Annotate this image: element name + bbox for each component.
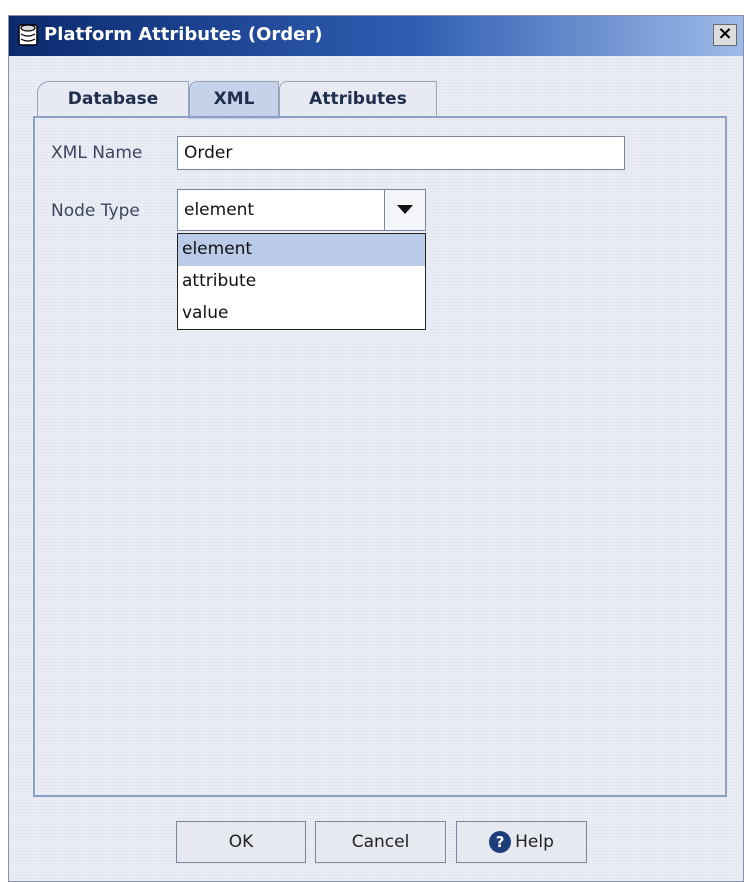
chevron-down-icon (397, 205, 413, 214)
dropdown-arrow-button[interactable] (384, 190, 425, 230)
option-attribute[interactable]: attribute (178, 266, 425, 298)
help-button-label: Help (515, 832, 554, 852)
platform-attributes-dialog: Platform Attributes (Order) × Database X… (8, 15, 744, 882)
window-title: Platform Attributes (Order) (44, 24, 323, 45)
database-icon (18, 24, 38, 46)
xml-name-input[interactable]: Order (177, 136, 625, 170)
node-type-selected-value: element (184, 200, 255, 220)
node-type-dropdown-list: element attribute value (177, 233, 426, 330)
tab-attributes[interactable]: Attributes (279, 81, 437, 117)
node-type-select[interactable]: element (177, 189, 426, 231)
tab-database[interactable]: Database (37, 81, 189, 117)
close-button[interactable]: × (713, 24, 737, 46)
title-bar[interactable]: Platform Attributes (Order) × (9, 16, 743, 56)
cancel-button[interactable]: Cancel (315, 821, 446, 863)
ok-button[interactable]: OK (176, 821, 306, 863)
node-type-label: Node Type (51, 201, 140, 221)
help-icon: ? (489, 831, 512, 853)
help-button[interactable]: ? Help (456, 821, 587, 863)
tab-xml[interactable]: XML (189, 81, 279, 119)
xml-name-label: XML Name (51, 143, 143, 163)
option-element[interactable]: element (178, 234, 425, 266)
option-value[interactable]: value (178, 298, 425, 330)
